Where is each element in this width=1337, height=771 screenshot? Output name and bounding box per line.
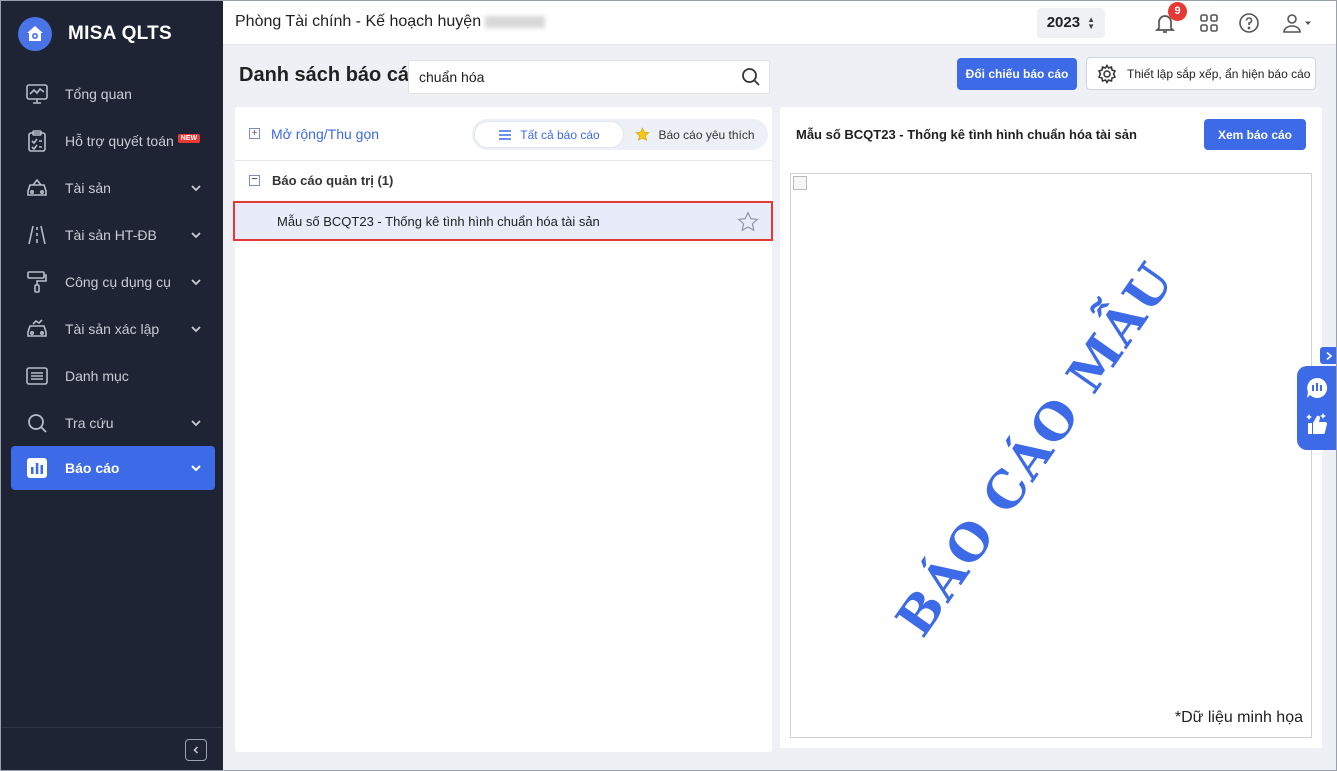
widget-toggle-button[interactable] (1320, 347, 1337, 364)
tab-label: Tất cả báo cáo (520, 127, 600, 142)
tab-all-reports[interactable]: Tất cả báo cáo (474, 121, 624, 148)
expand-collapse-toggle[interactable]: + Mở rộng/Thu gọn (249, 126, 379, 142)
paint-roller-icon (24, 269, 50, 295)
sidebar-item-tong-quan[interactable]: Tổng quan (0, 70, 223, 117)
tab-favorite-reports[interactable]: Báo cáo yêu thích (624, 121, 766, 148)
expand-label: Mở rộng/Thu gọn (271, 125, 380, 142)
report-group[interactable]: − Báo cáo quản trị (1) (235, 161, 772, 199)
sidebar-item-tai-san-xac-lap[interactable]: Tài sản xác lập (0, 305, 223, 352)
sidebar-item-tra-cuu[interactable]: Tra cứu (0, 399, 223, 446)
gear-icon (1097, 63, 1117, 84)
chevron-left-icon (193, 745, 199, 754)
caret-down-icon (1305, 21, 1311, 25)
sidebar-item-danh-muc[interactable]: Danh mục (0, 352, 223, 399)
page-title: Danh sách báo cáo (239, 64, 422, 86)
sidebar-item-label: Hỗ trợ quyết toán (65, 132, 174, 149)
report-filter-tabs: Tất cả báo cáo Báo cáo yêu thích (472, 119, 768, 150)
settings-label: Thiết lập sắp xếp, ẩn hiện báo cáo (1127, 66, 1311, 81)
year-selector[interactable]: 2023 ▲ ▼ (1036, 7, 1105, 38)
report-preview-panel: Mẫu số BCQT23 - Thống kê tình hình chuẩn… (780, 107, 1322, 752)
search-input[interactable] (419, 69, 733, 85)
brand[interactable]: MISA QLTS (0, 0, 223, 68)
sidebar-item-label: Danh mục (65, 367, 129, 384)
report-group-label: Báo cáo quản trị (1) (272, 172, 394, 188)
chevron-down-icon[interactable] (189, 322, 203, 336)
help-button[interactable] (1237, 11, 1261, 35)
search-icon (742, 68, 760, 86)
compare-reports-button[interactable]: Đối chiếu báo cáo (957, 58, 1077, 90)
app-name: MISA QLTS (68, 23, 173, 44)
sidebar-item-tai-san[interactable]: Tài sản (0, 164, 223, 211)
car-icon (24, 175, 50, 201)
report-preview: BÁO CÁO MẪU *Dữ liệu minh họa (790, 173, 1312, 738)
sidebar-item-label: Tài sản xác lập (65, 320, 160, 337)
sidebar-item-label: Tài sản HT-ĐB (65, 226, 157, 243)
help-circle-icon (1239, 12, 1259, 33)
report-list-header: + Mở rộng/Thu gọn Tất cả báo cáo Báo cáo… (235, 107, 772, 161)
support-widget (1297, 366, 1337, 450)
sidebar-item-bao-cao[interactable]: Báo cáo (11, 446, 215, 490)
list-icon (24, 363, 50, 389)
report-list-item[interactable]: Mẫu số BCQT23 - Thống kê tình hình chuẩn… (233, 201, 773, 241)
up-down-arrows-icon: ▲ ▼ (1087, 14, 1095, 31)
report-list-panel: + Mở rộng/Thu gọn Tất cả báo cáo Báo cáo… (233, 107, 773, 752)
chevron-down-icon[interactable] (189, 181, 203, 195)
user-icon (1283, 13, 1301, 33)
broken-image-icon (793, 176, 807, 190)
sidebar-nav: Tổng quan Hỗ trợ quyết toán NEW Tài sản T… (0, 70, 223, 490)
sidebar-item-label: Tra cứu (65, 414, 114, 431)
chevron-down-icon[interactable] (189, 228, 203, 242)
sidebar-item-tai-san-ht-db[interactable]: Tài sản HT-ĐB (0, 211, 223, 258)
chevron-down-icon[interactable] (189, 275, 203, 289)
topbar-actions: 2023 ▲ ▼ 9 (1036, 0, 1317, 45)
notification-count-badge: 9 (1168, 1, 1187, 21)
demo-data-note: *Dữ liệu minh họa (1174, 709, 1303, 726)
clipboard-check-icon (24, 128, 50, 154)
bar-chart-icon (24, 455, 50, 481)
sidebar-item-cong-cu-dung-cu[interactable]: Công cụ dụng cụ (0, 258, 223, 305)
chevron-down-icon[interactable] (189, 416, 203, 430)
collapse-sidebar-button[interactable] (185, 738, 207, 761)
top-bar: Phòng Tài chính - Kế hoạch huyện 2023 ▲ ▼… (223, 0, 1337, 45)
chevron-down-icon[interactable] (189, 461, 203, 475)
search-icon (24, 410, 50, 436)
list-lines-icon (498, 129, 512, 141)
sidebar: MISA QLTS Tổng quan Hỗ trợ quyết toán NEW… (0, 0, 223, 771)
report-settings-button[interactable]: Thiết lập sắp xếp, ẩn hiện báo cáo (1086, 57, 1316, 90)
chat-support-icon[interactable] (1305, 376, 1329, 405)
tab-label: Báo cáo yêu thích (658, 127, 755, 142)
thumbs-up-sparkle-icon[interactable] (1305, 412, 1329, 441)
plus-square-icon: + (249, 128, 260, 139)
star-icon (635, 127, 651, 142)
apps-button[interactable] (1197, 11, 1221, 35)
sample-watermark: BÁO CÁO MẪU (884, 251, 1186, 647)
report-label: Mẫu số BCQT23 - Thống kê tình hình chuẩn… (277, 213, 600, 229)
preview-bottom-bar (780, 748, 1322, 752)
monitor-chart-icon (24, 81, 50, 107)
road-icon (24, 222, 50, 248)
search-button[interactable] (733, 67, 769, 87)
year-value: 2023 (1046, 14, 1081, 31)
notifications-button[interactable]: 9 (1153, 1, 1187, 35)
sidebar-item-ho-tro-quyet-toan[interactable]: Hỗ trợ quyết toán NEW (0, 117, 223, 164)
sidebar-footer (0, 727, 223, 771)
view-report-button[interactable]: Xem báo cáo (1204, 119, 1306, 150)
minus-square-icon: − (249, 174, 260, 186)
org-title: Phòng Tài chính - Kế hoạch huyện (235, 13, 482, 30)
sidebar-item-label: Tổng quan (65, 85, 132, 102)
sidebar-item-label: Báo cáo (65, 460, 120, 476)
sidebar-item-label: Tài sản (65, 179, 111, 196)
sidebar-item-label: Công cụ dụng cụ (65, 273, 171, 290)
car-check-icon (24, 316, 50, 342)
redacted-text (485, 16, 546, 28)
house-logo-icon (18, 17, 52, 51)
new-badge: NEW (177, 133, 201, 143)
favorite-star-icon[interactable] (737, 211, 759, 236)
apps-grid-icon (1200, 13, 1218, 32)
user-menu-button[interactable] (1277, 11, 1317, 35)
chevron-right-icon (1325, 351, 1332, 360)
search-box (408, 60, 770, 94)
